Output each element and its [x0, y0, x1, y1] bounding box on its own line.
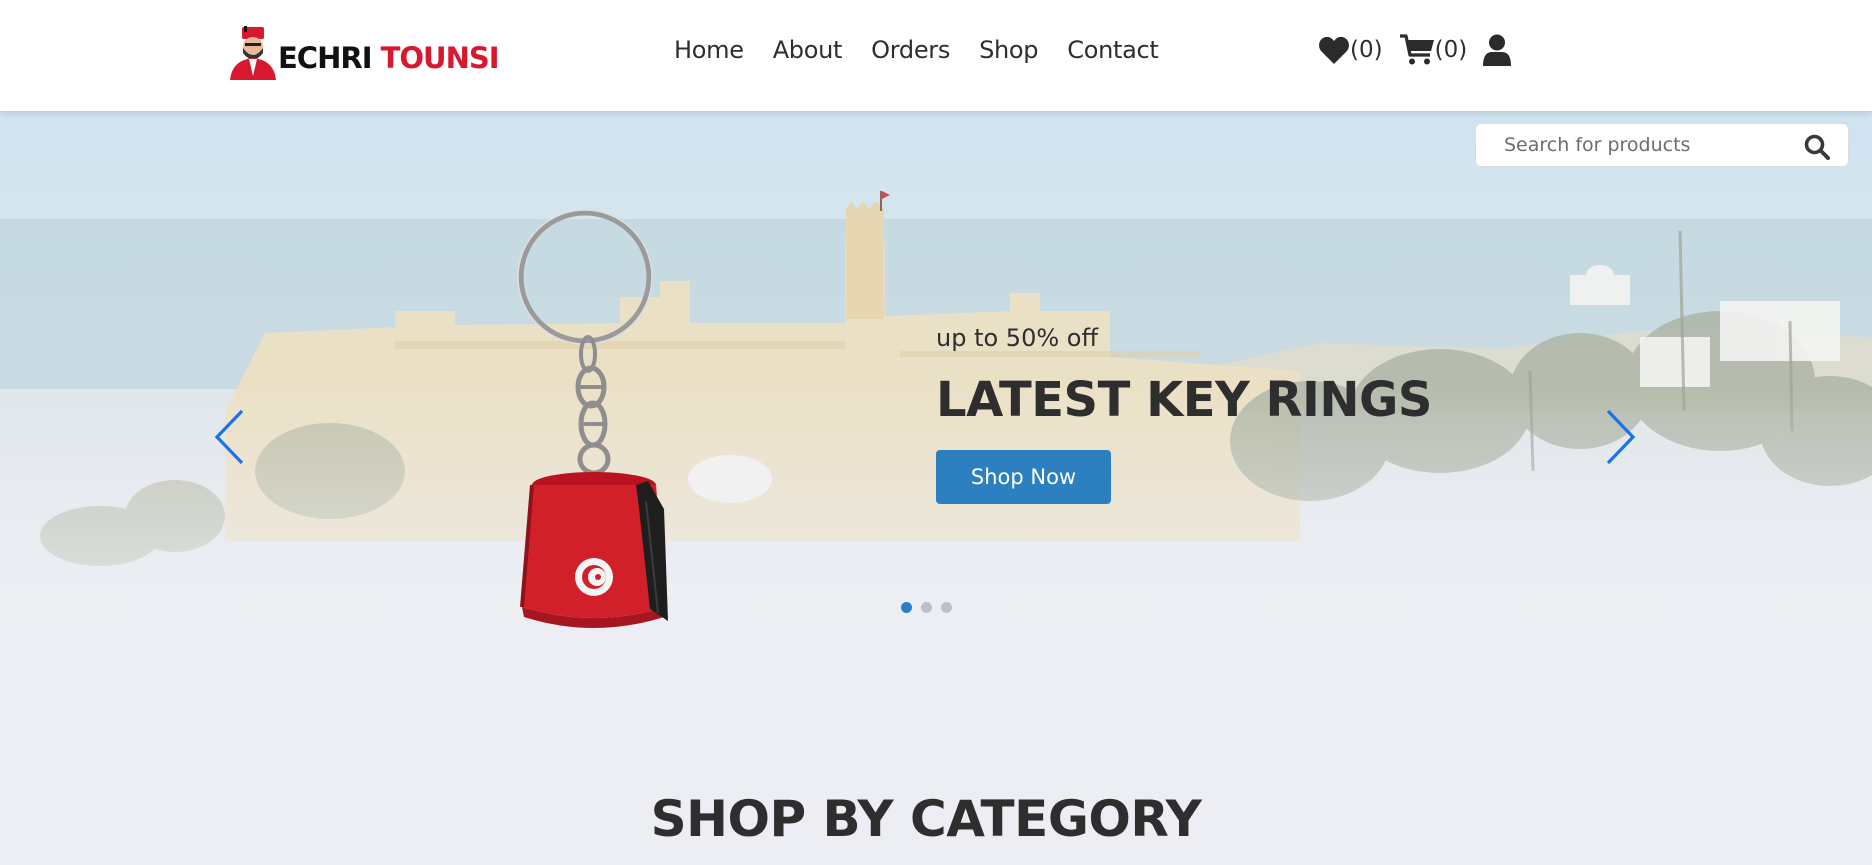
keyring-product-image	[517, 209, 668, 628]
hero-carousel: up to 50% off LATEST KEY RINGS Shop Now	[0, 111, 1872, 721]
shop-by-category-heading: SHOP BY CATEGORY	[650, 790, 1202, 848]
user-icon	[1483, 34, 1512, 66]
carousel-next-arrow[interactable]	[1604, 408, 1638, 466]
heart-icon	[1319, 36, 1349, 64]
carousel-dot-3[interactable]	[941, 602, 952, 613]
header-actions: (0) (0)	[1318, 34, 1527, 66]
account-button[interactable]	[1483, 34, 1512, 66]
cart-count: (0)	[1434, 37, 1468, 63]
main-nav: Home About Orders Shop Contact	[674, 36, 1188, 64]
carousel-prev-arrow[interactable]	[212, 408, 246, 466]
wishlist-button[interactable]: (0)	[1318, 35, 1383, 65]
brand-logo[interactable]: ECHRI TOUNSI	[228, 26, 500, 80]
cart-button[interactable]: (0)	[1399, 34, 1468, 66]
wishlist-count: (0)	[1350, 37, 1383, 63]
site-header: ECHRI TOUNSI Home About Orders Shop Cont…	[0, 0, 1872, 111]
carousel-dot-1[interactable]	[901, 602, 912, 613]
nav-home[interactable]: Home	[674, 36, 744, 64]
nav-shop[interactable]: Shop	[979, 36, 1038, 64]
cart-icon	[1399, 34, 1434, 65]
carousel-indicators	[901, 602, 952, 613]
nav-orders[interactable]: Orders	[871, 36, 950, 64]
nav-about[interactable]: About	[773, 36, 843, 64]
shop-now-button[interactable]: Shop Now	[936, 450, 1111, 504]
carousel-dot-2[interactable]	[921, 602, 932, 613]
chechia-man-icon	[230, 26, 276, 80]
search-input[interactable]	[1504, 134, 1794, 156]
brand-name-part1: ECHRI	[278, 41, 372, 75]
promo-subtitle: up to 50% off	[936, 324, 1098, 352]
brand-name-part2: TOUNSI	[380, 41, 500, 75]
brand-name: ECHRI TOUNSI	[278, 41, 500, 75]
search-box	[1475, 123, 1849, 167]
nav-contact[interactable]: Contact	[1067, 36, 1159, 64]
promo-title: LATEST KEY RINGS	[936, 372, 1432, 428]
search-icon[interactable]	[1804, 134, 1830, 160]
